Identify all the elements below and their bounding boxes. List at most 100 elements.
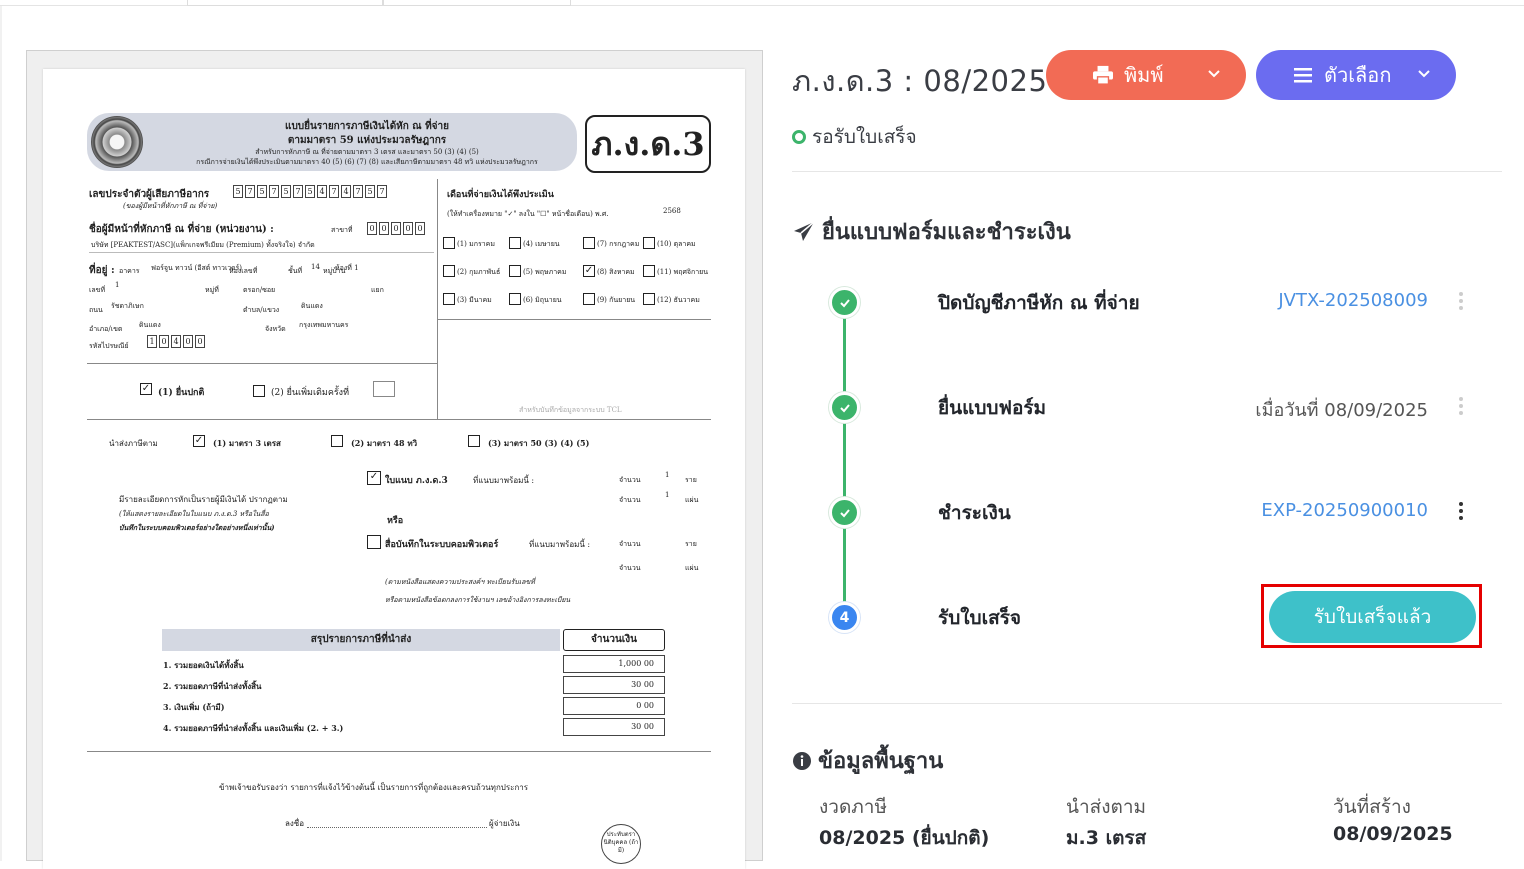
month-checkbox <box>643 293 655 305</box>
count-label: จำนวน <box>619 540 641 548</box>
branch-digit: 0 <box>367 222 377 235</box>
step-label: ยื่นแบบฟอร์ม <box>938 397 1047 419</box>
month-checkbox <box>583 237 595 249</box>
step-done-icon <box>829 392 860 423</box>
step-menu-icon[interactable] <box>1458 292 1464 310</box>
detail-line-3: บันทึกในระบบคอมพิวเตอร์อย่างใดอย่างหนึ่ง… <box>119 523 275 532</box>
month-label: (11) พฤศจิกายน <box>657 268 709 276</box>
unit-page: แผ่น <box>685 564 699 572</box>
sec-opt-3: (3) มาตรา 50 (3) (4) (5) <box>488 438 590 448</box>
month-label: (8) สิงหาคม <box>597 268 635 276</box>
certify-text: ข้าพเจ้าขอรับรองว่า รายการที่แจ้งไว้ข้าง… <box>219 783 529 792</box>
journal-link[interactable]: JVTX-202508009 <box>1278 290 1428 311</box>
step-label: รับใบเสร็จ <box>938 607 1022 629</box>
sec-opt-2: (2) มาตรา 48 ทวิ <box>351 438 418 448</box>
step-done-icon <box>829 497 860 528</box>
postal-digit: 0 <box>195 335 205 348</box>
tax-id-digit: 7 <box>377 185 387 198</box>
month-checkbox <box>443 293 455 305</box>
receipt-received-button[interactable]: รับใบเสร็จแล้ว <box>1269 591 1476 643</box>
month-checkbox <box>443 237 455 249</box>
page-title: ภ.ง.ด.3 : 08/2025 <box>792 64 1048 98</box>
postal-digit: 4 <box>171 335 181 348</box>
subdistrict-label: ตำบล/แขวง <box>243 306 280 314</box>
revenue-department-seal <box>91 116 143 168</box>
options-label: ตัวเลือก <box>1324 63 1392 87</box>
tax-id-digit: 7 <box>293 185 303 198</box>
postal-label: รหัสไปรษณีย์ <box>89 342 129 350</box>
filing-normal-label: (1) ยื่นปกติ <box>158 388 205 398</box>
postal-digit: 0 <box>159 335 169 348</box>
tax-id-digit: 7 <box>245 185 255 198</box>
divider <box>792 703 1502 704</box>
tab-placeholder[interactable] <box>187 0 383 6</box>
pnd3-form-page: แบบยื่นรายการภาษีเงินได้หัก ณ ที่จ่าย ตา… <box>43 69 745 869</box>
month-label: (5) พฤษภาคม <box>523 268 567 276</box>
steps-section-label: ยื่นแบบฟอร์มและชำระเงิน <box>822 220 1071 245</box>
tax-detail-panel: ภ.ง.ด.3 : 08/2025 พิมพ์ ตัวเลือก รอรับใบ… <box>792 0 1502 861</box>
tax-id-digit: 5 <box>281 185 291 198</box>
chevron-down-icon[interactable] <box>1416 66 1432 82</box>
month-label: (3) มีนาคม <box>457 296 492 304</box>
unit-rai: ราย <box>685 540 697 548</box>
house-no-label: เลขที่ <box>89 286 106 294</box>
summary-row-amount: 0 00 <box>563 697 665 715</box>
info-icon <box>793 751 811 770</box>
step-number-badge: 4 <box>829 602 860 633</box>
tax-id-digit: 5 <box>305 185 315 198</box>
sec-opt-1: (1) มาตรา 3 เตรส <box>213 438 281 448</box>
month-label: (9) กันยายน <box>597 296 636 304</box>
summary-row-label: 1. รวมยอดเงินได้ทั้งสิ้น <box>163 660 244 670</box>
payer-name-label: ชื่อผู้มีหน้าที่หักภาษี ณ ที่จ่าย (หน่วย… <box>89 224 274 235</box>
month-label: (7) กรกฎาคม <box>597 240 640 248</box>
steps-section-title: ยื่นแบบฟอร์มและชำระเงิน <box>792 214 1071 249</box>
chevron-down-icon[interactable] <box>1206 66 1222 82</box>
tab-placeholder[interactable] <box>383 0 571 6</box>
postal-digit: 1 <box>147 335 157 348</box>
amount-header: จำนวนเงิน <box>563 629 665 651</box>
count-label: จำนวน <box>619 564 641 572</box>
document-preview[interactable]: แบบยื่นรายการภาษีเงินได้หัก ณ ที่จ่าย ตา… <box>26 50 763 869</box>
summary-row-label: 4. รวมยอดภาษีที่นำส่งทั้งสิ้น และเงินเพิ… <box>163 723 344 733</box>
filing-extra-label: (2) ยื่นเพิ่มเติมครั้งที่ <box>271 388 350 398</box>
status-text: รอรับใบเสร็จ <box>812 126 917 148</box>
month-label: (2) กุมภาพันธ์ <box>457 268 501 276</box>
moo-label: หมู่ที่ <box>205 286 219 294</box>
summary-row-label: 2. รวมยอดภาษีที่นำส่งทั้งสิ้น <box>163 681 262 691</box>
form-subtitle-2: กรณีการจ่ายเงินได้พึงประเมินตามมาตรา 40 … <box>196 158 538 166</box>
house-no-value: 1 <box>115 281 120 289</box>
month-checkbox <box>509 293 521 305</box>
print-button[interactable]: พิมพ์ <box>1046 50 1246 100</box>
divider <box>792 171 1502 172</box>
expense-link[interactable]: EXP-20250900010 <box>1261 500 1428 521</box>
info-label: วันที่สร้าง <box>1333 796 1411 818</box>
step-menu-icon[interactable] <box>1458 502 1464 520</box>
filed-date: เมื่อวันที่ 08/09/2025 <box>1255 400 1428 421</box>
sec-48-checkbox <box>331 435 343 447</box>
room-label: ห้องเลขที่ <box>229 267 258 275</box>
tax-id-digits: 5757575474757 <box>233 185 387 198</box>
month-label: เดือนที่จ่ายเงินได้พึงประเมิน <box>447 190 554 200</box>
branch-digit: 0 <box>403 222 413 235</box>
soi-label: ตรอก/ซอย <box>243 286 276 294</box>
district-value: ดินแดง <box>139 321 161 329</box>
step-menu-icon[interactable] <box>1458 397 1464 415</box>
media-label: สื่อบันทึกในระบบคอมพิวเตอร์ <box>385 540 499 550</box>
count-label: จำนวน <box>619 496 641 504</box>
info-value: ม.3 เตรส <box>1066 827 1147 849</box>
info-section-label: ข้อมูลพื้นฐาน <box>818 749 944 774</box>
count-rai: 1 <box>665 471 670 479</box>
subdistrict-value: ดินแดง <box>301 302 323 310</box>
year-value: 2568 <box>663 207 681 215</box>
options-button[interactable]: ตัวเลือก <box>1256 50 1456 100</box>
postal-digit: 0 <box>183 335 193 348</box>
filing-normal-checkbox: ✓ <box>140 383 152 395</box>
month-label: (10) ตุลาคม <box>657 240 696 248</box>
tax-id-digit: 4 <box>317 185 327 198</box>
floor-value: 14 <box>311 263 320 271</box>
sec-50-checkbox <box>468 435 480 447</box>
info-value: 08/09/2025 <box>1333 823 1453 845</box>
info-label: งวดภาษี <box>819 796 888 818</box>
or-label: หรือ <box>387 516 404 526</box>
month-checkbox <box>643 265 655 277</box>
